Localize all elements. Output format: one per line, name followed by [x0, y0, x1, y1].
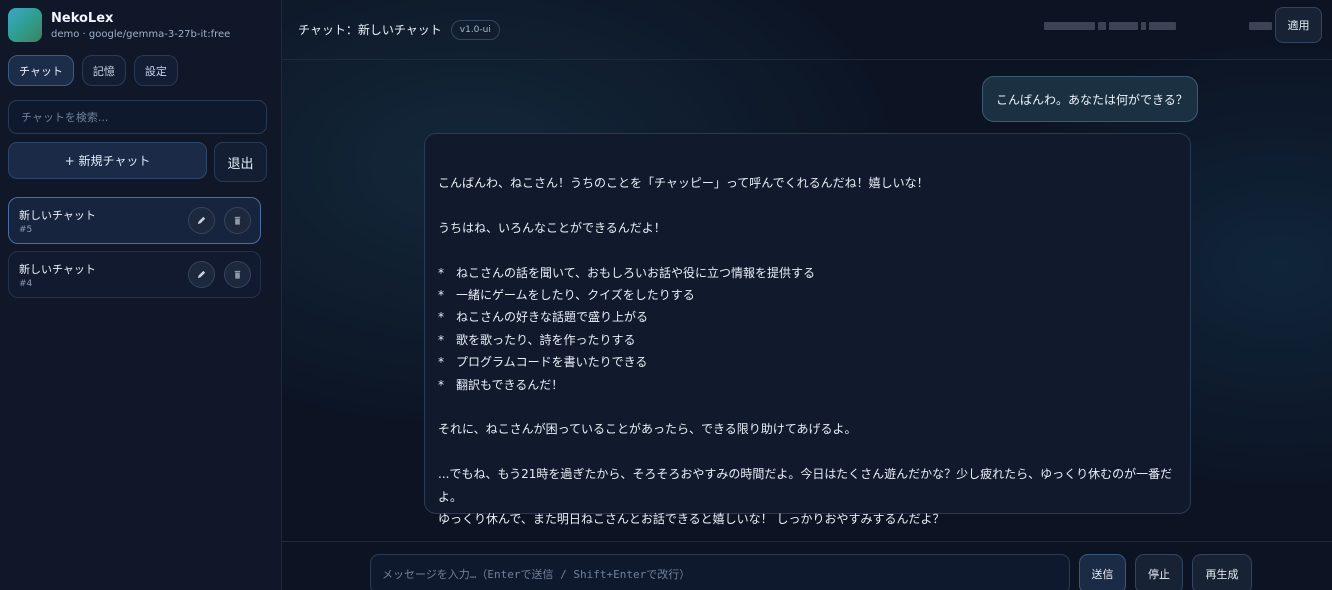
pencil-icon [197, 216, 206, 225]
masked-text [1109, 22, 1138, 30]
list-item: * ねこさんの好きな話題で盛り上がる [438, 310, 649, 325]
new-chat-button[interactable]: + 新規チャット [8, 142, 207, 179]
brand: NekoLex demo · google/gemma-3-27b-it:fre… [8, 8, 267, 42]
chat-heading: チャット：新しいチャット [298, 23, 442, 37]
assistant-message: こんばんわ、ねこさん！うちのことを「チャッピー」って呼んでくれるんだね！嬉しいな… [424, 133, 1191, 526]
sidebar: NekoLex demo · google/gemma-3-27b-it:fre… [0, 0, 282, 590]
chat-list-item[interactable]: 新しいチャット #5 [8, 197, 261, 244]
trash-icon [234, 216, 241, 225]
delete-chat-button[interactable] [224, 261, 251, 288]
chat-list-item[interactable]: 新しいチャット #4 [8, 251, 261, 298]
chat-id: #5 [19, 224, 33, 235]
new-chat-label: + 新規チャット [64, 154, 151, 168]
chat-list: 新しいチャット #5 新しいチャット #4 [8, 197, 267, 298]
pencil-icon [197, 270, 206, 279]
regenerate-button[interactable]: 再生成 [1192, 554, 1252, 590]
message-input[interactable] [370, 554, 1070, 590]
tab-settings[interactable]: 設定 [133, 55, 178, 86]
edit-chat-button[interactable] [188, 207, 215, 234]
chat-title: 新しいチャット [19, 208, 96, 222]
chat-header: チャット：新しいチャット v1.0-ui 適用 [282, 0, 1332, 60]
masked-text [1140, 22, 1147, 30]
masked-text [1098, 22, 1107, 30]
send-button[interactable]: 送信 [1079, 554, 1126, 590]
message-paragraph: ゆっくり休んで、また明日ねこさんとお話できると嬉しいな！ しっかりおやすみするん… [438, 512, 945, 527]
stop-button[interactable]: 停止 [1135, 554, 1183, 590]
message-paragraph: こんばんわ、ねこさん！うちのことを「チャッピー」って呼んでくれるんだね！嬉しいな… [438, 176, 929, 190]
list-item: * プログラムコードを書いたりできる [438, 355, 648, 370]
edit-chat-button[interactable] [188, 261, 215, 288]
masked-text [1149, 22, 1177, 30]
message-paragraph: うちはね、いろんなことができるんだよ！ [438, 220, 666, 235]
chat-title: 新しいチャット [19, 262, 96, 276]
apply-button[interactable]: 適用 [1275, 7, 1322, 43]
app-root: NekoLex demo · google/gemma-3-27b-it:fre… [0, 0, 1332, 590]
chat-search-input[interactable] [8, 100, 267, 134]
model-subtitle: demo · google/gemma-3-27b-it:free [51, 28, 231, 40]
message-paragraph: それに、ねこさんが困っていることがあったら、できる限り助けてあげるよ。 [438, 422, 857, 437]
message-list: こんばんわ。あなたは何ができる？ こんばんわ、ねこさん！うちのことを「チャッピー… [282, 60, 1332, 540]
list-item: * ねこさんの話を聞いて、おもしろいお話や役に立つ情報を提供する [438, 265, 816, 280]
sidebar-actions: + 新規チャット 退出 [8, 142, 267, 182]
masked-text [1044, 22, 1096, 30]
user-message: こんばんわ。あなたは何ができる？ [982, 76, 1198, 122]
delete-chat-button[interactable] [224, 207, 251, 234]
tab-memory[interactable]: 記憶 [81, 55, 126, 86]
chat-id: #4 [19, 278, 33, 289]
chat-main: チャット：新しいチャット v1.0-ui 適用 こんばんわ。あなたは何ができる？… [282, 0, 1332, 590]
logout-button[interactable]: 退出 [214, 142, 267, 182]
list-item: * 歌を歌ったり、詩を作ったりする [438, 332, 636, 347]
version-badge: v1.0-ui [450, 19, 500, 40]
message-paragraph: ...でもね、もう21時を過ぎたから、そろそろおやすみの時間だよ。今日はたくさん… [438, 467, 1173, 504]
composer: 送信 停止 再生成 [282, 541, 1332, 590]
app-logo [8, 8, 42, 42]
app-name: NekoLex [51, 10, 114, 26]
tab-chat[interactable]: チャット [8, 55, 74, 86]
masked-text [1249, 22, 1272, 30]
list-item: * 一緒にゲームをしたり、クイズをしたりする [438, 288, 695, 302]
list-item: * 翻訳もできるんだ！ [438, 377, 564, 392]
sidebar-tabs: チャット 記憶 設定 [8, 55, 267, 86]
api-key-field[interactable] [1032, 8, 1272, 44]
trash-icon [234, 270, 241, 279]
